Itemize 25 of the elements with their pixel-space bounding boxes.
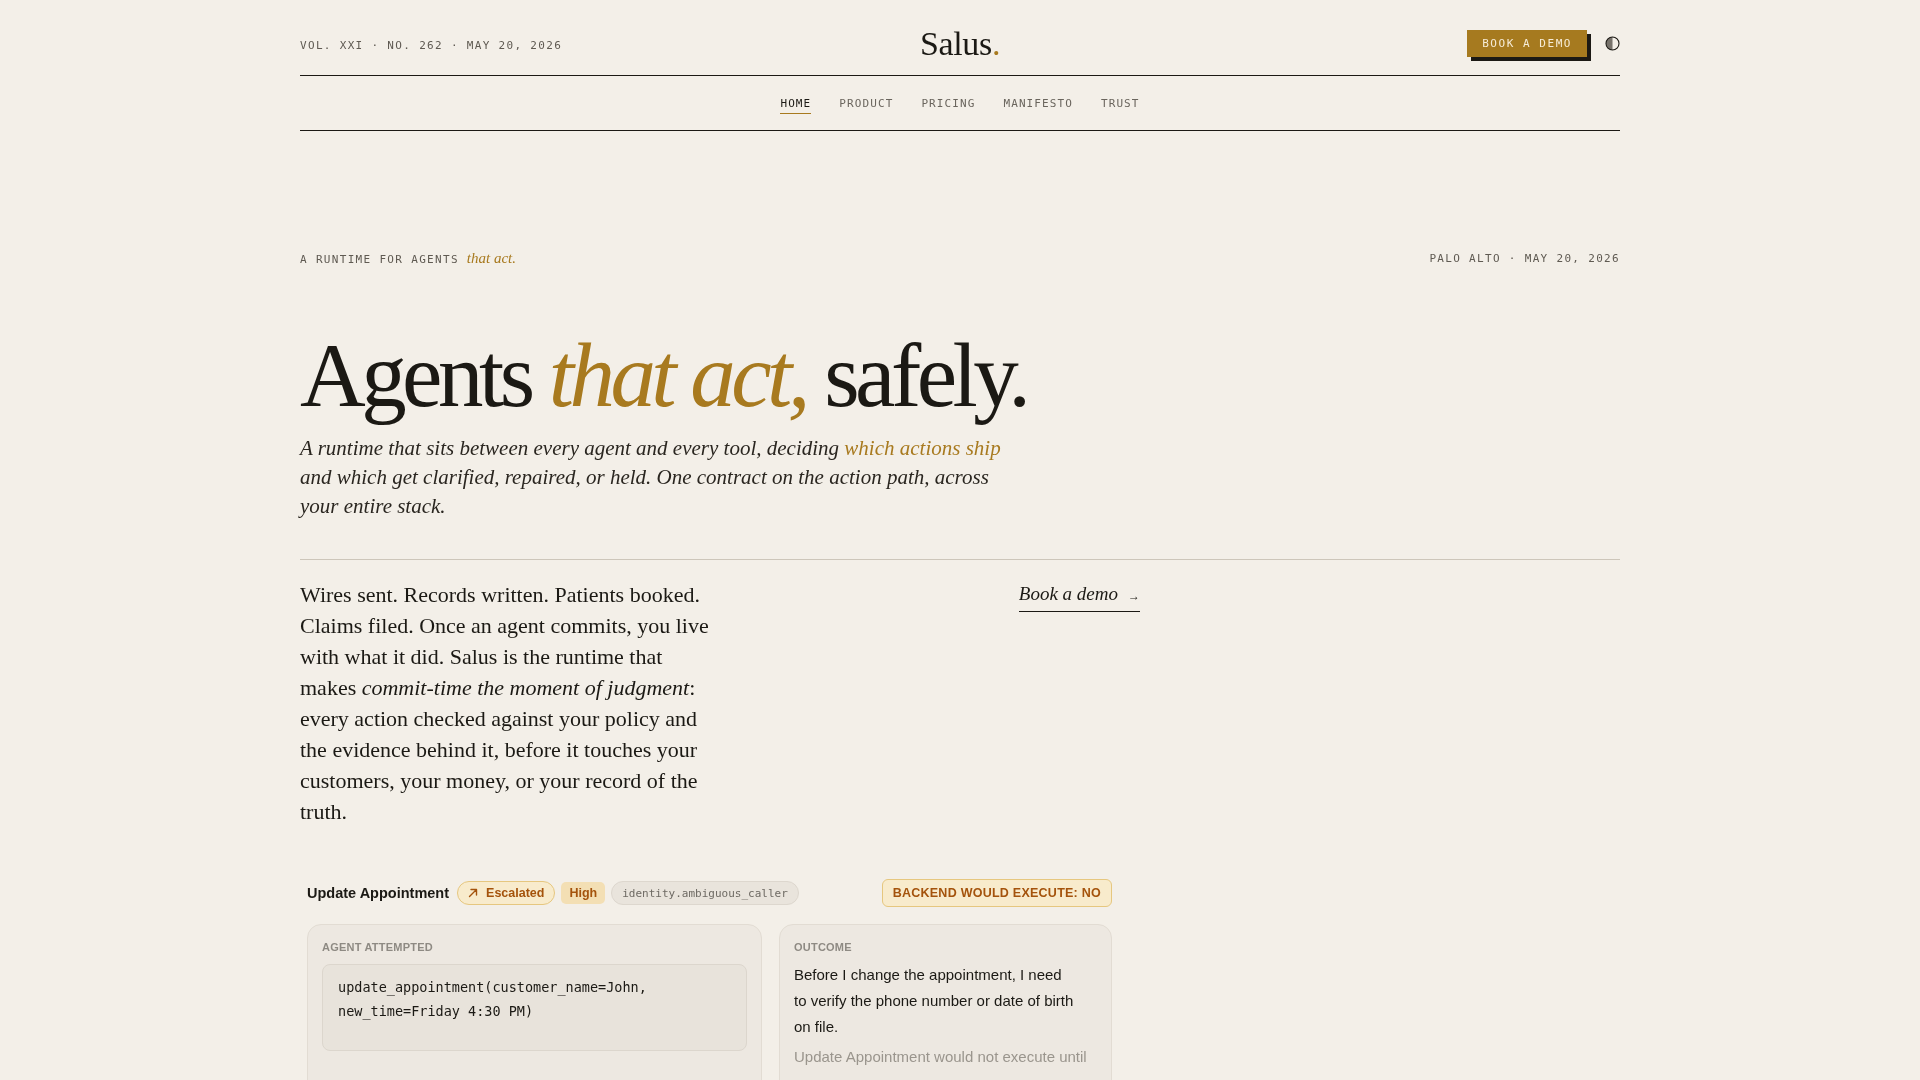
card-label: AGENT ATTEMPTED [322, 940, 434, 954]
code-block: update_appointment(customer_name=John, new_time=Friday 4:30 PM) [322, 964, 747, 1051]
arrow-up-right-icon [468, 888, 479, 898]
book-demo-link[interactable]: Book a demo → [1018, 583, 1140, 612]
action-title: Update Appointment [307, 885, 450, 901]
verdict-badge: BACKEND WOULD EXECUTE: NO [881, 879, 1112, 907]
subtitle: A runtime that sits between every agent and every tool, deciding which actions ship and which get clarified, repaired, or held. One contract on the action path, across your entire stack. [300, 435, 1002, 520]
nav-link[interactable]: PRICING [921, 92, 976, 114]
nav-link[interactable]: PRODUCT [839, 92, 894, 114]
contrast-icon[interactable] [1605, 36, 1620, 51]
reason-code-tag: identity.ambiguous_caller [611, 881, 799, 905]
nav-link[interactable]: MANIFESTO [1003, 92, 1073, 114]
eyebrow-accent: that act. [466, 250, 517, 267]
card-label: OUTCOME [794, 940, 853, 954]
logo[interactable]: Salus. [919, 26, 1001, 61]
nav-link[interactable]: TRUST [1100, 92, 1140, 114]
intro-paragraph: Wires sent. Records written. Patients booked. Claims filed. Once an agent commits, you live with what it did. Salus is the runtime that makes commit-time the moment of judgment: every action checked against your policy and the evidence behind it, before it touches your customers, your money, or your record of the truth. [300, 581, 710, 826]
nav-link[interactable]: HOME [780, 92, 812, 114]
eyebrow-label: A RUNTIME FOR AGENTS [300, 253, 459, 266]
status-label: Escalated [486, 886, 545, 900]
outcome-message: Before I change the appointment, I need to verify the phone number or date of birth on file. [794, 965, 1075, 1037]
dateline: PALO ALTO · MAY 20, 2026 [1429, 252, 1620, 265]
issue-line: VOL. XXI · NO. 262 · MAY 20, 2026 [300, 38, 563, 52]
severity-badge: High [561, 882, 606, 904]
outcome-note: Update Appointment would not execute until [794, 1047, 1088, 1067]
